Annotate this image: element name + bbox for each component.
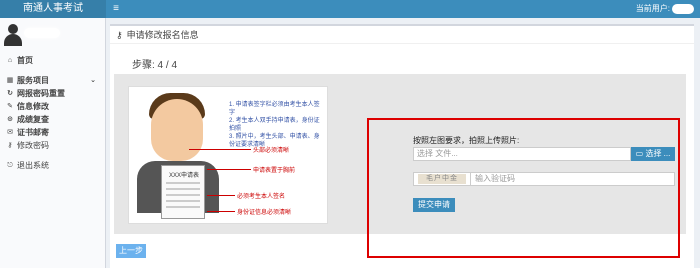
- user-menu[interactable]: 当前用户:: [636, 0, 694, 18]
- sidebar-item-label: 信息修改: [17, 102, 49, 111]
- steps-indicator: 步骤: 4 / 4: [132, 60, 178, 71]
- menu-icon[interactable]: ≡: [110, 3, 122, 15]
- refresh-icon: ↻: [7, 90, 13, 97]
- edit-icon: ✎: [7, 103, 13, 110]
- sidebar-item-label: 退出系统: [17, 161, 49, 170]
- file-input[interactable]: 选择 文件...: [413, 147, 631, 161]
- sidebar-item-password-reset[interactable]: ↻ 网报密码重置: [0, 87, 106, 100]
- home-icon: ⌂: [7, 57, 13, 64]
- annotation: 头部必须清晰: [253, 148, 290, 154]
- prev-step-button[interactable]: 上一步: [116, 244, 146, 258]
- sidebar-item-label: 服务项目: [17, 76, 49, 85]
- sidebar-nav: ⌂ 首页 ▦ 服务项目 ⌄ ↻ 网报密码重置 ✎ 信息修改 ⊙ 成绩复查 ✉ 证…: [0, 54, 106, 172]
- annotation: 身份证信息必须清晰: [237, 210, 292, 216]
- sidebar: ⌂ 首页 ▦ 服务项目 ⌄ ↻ 网报密码重置 ✎ 信息修改 ⊙ 成绩复查 ✉ 证…: [0, 18, 106, 268]
- application-form-image: XXX申请表: [161, 165, 205, 219]
- sidebar-item-label: 网报密码重置: [17, 89, 65, 98]
- annotation: 申请表置于胸前: [253, 168, 296, 174]
- mail-icon: ✉: [7, 129, 13, 136]
- sidebar-item-info-edit[interactable]: ✎ 信息修改: [0, 100, 106, 113]
- submit-button[interactable]: 提交申请: [413, 198, 455, 212]
- chevron-down-icon: ⌄: [90, 77, 96, 84]
- instruction-illustration: XXX申请表 1. 申请表签字栏必须由考生本人签字 2. 考生本人双手持申请表，…: [128, 86, 328, 224]
- avatar: [4, 24, 22, 46]
- choose-file-button[interactable]: ▭ 选择 ...: [631, 147, 675, 161]
- top-bar: 南通人事考试 ≡ 当前用户:: [0, 0, 700, 18]
- key-icon: ⚷: [116, 29, 123, 40]
- search-icon: ⊙: [7, 116, 13, 123]
- user-name: [24, 28, 60, 38]
- sidebar-item-label: 修改密码: [17, 141, 49, 150]
- sidebar-item-label: 证书邮寄: [17, 128, 49, 137]
- sidebar-item-services[interactable]: ▦ 服务项目 ⌄: [0, 74, 106, 87]
- app-brand[interactable]: 南通人事考试: [0, 0, 106, 18]
- box-header: ⚷ 申请修改报名信息: [110, 26, 694, 44]
- key-icon: ⚷: [7, 142, 13, 149]
- upload-panel: XXX申请表 1. 申请表签字栏必须由考生本人签字 2. 考生本人双手持申请表，…: [114, 74, 686, 258]
- sidebar-item-score-review[interactable]: ⊙ 成绩复查: [0, 113, 106, 126]
- upload-label: 按照左图要求，拍照上传照片:: [413, 136, 520, 145]
- annotation: 必须考生本人签名: [237, 194, 286, 200]
- sidebar-item-label: 成绩复查: [17, 115, 49, 124]
- captcha-input[interactable]: 输入验证码: [470, 173, 670, 185]
- grid-icon: ▦: [6, 77, 14, 84]
- sidebar-item-certificate-mail[interactable]: ✉ 证书邮寄: [0, 126, 106, 139]
- sidebar-item-label: 首页: [17, 56, 33, 65]
- user-label: 当前用户:: [635, 4, 670, 13]
- sidebar-item-home[interactable]: ⌂ 首页: [0, 54, 106, 67]
- main-content: ⚷ 申请修改报名信息 步骤: 4 / 4 XXX申请表 1. 申请表签字栏必须由…: [110, 24, 694, 268]
- person-face: [151, 99, 203, 161]
- page-title: 申请修改报名信息: [126, 29, 199, 40]
- captcha-image[interactable]: 毛户中金: [418, 174, 466, 184]
- sidebar-item-change-password[interactable]: ⚷ 修改密码: [0, 139, 106, 152]
- rule-line: 2. 考生本人双手持申请表，身份证拍照: [229, 118, 320, 132]
- sidebar-item-logout[interactable]: ⎋ 退出系统: [0, 159, 106, 172]
- captcha-row: 毛户中金 输入验证码: [413, 172, 675, 186]
- upload-highlight-box: 按照左图要求，拍照上传照片: 选择 文件... ▭ 选择 ... 毛户中金 输入…: [367, 118, 680, 258]
- form-title: XXX申请表: [168, 173, 199, 179]
- rule-line: 1. 申请表签字栏必须由考生本人签字: [229, 102, 320, 116]
- exit-icon: ⎋: [7, 162, 13, 169]
- folder-icon: ▭: [635, 149, 644, 158]
- user-avatar-blob: [672, 4, 694, 14]
- photo-rules: 1. 申请表签字栏必须由考生本人签字 2. 考生本人双手持申请表，身份证拍照 3…: [229, 101, 325, 149]
